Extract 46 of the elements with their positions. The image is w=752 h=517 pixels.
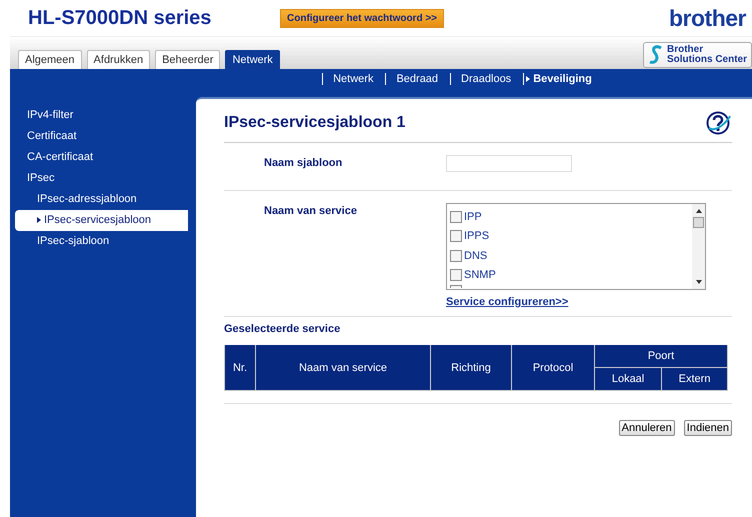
subnav-link[interactable]: Beveiliging: [533, 73, 592, 85]
form-button[interactable]: Annuleren: [618, 420, 675, 436]
page-title: HL-S7000DN series: [28, 6, 212, 30]
section-heading: Geselecteerde service: [224, 323, 342, 335]
input-field[interactable]: [446, 155, 572, 172]
scrollbar[interactable]: [692, 204, 705, 289]
column-header: Lokaal: [594, 368, 662, 390]
sidebar-item[interactable]: IPsec-servicesjabloon: [15, 210, 188, 231]
service-option[interactable]: SNMP: [450, 266, 692, 285]
configure-link[interactable]: Service configureren>>: [446, 296, 706, 308]
form-button[interactable]: Indienen: [684, 420, 732, 436]
tab[interactable]: Algemeen: [18, 50, 82, 69]
service-option[interactable]: IPPS: [450, 226, 692, 246]
checkbox[interactable]: [450, 250, 462, 262]
page-heading: IPsec-servicesjabloon 1: [224, 114, 406, 132]
column-header: Nr.: [224, 345, 256, 390]
checkbox[interactable]: [450, 210, 462, 223]
sidebar-item[interactable]: IPsec: [10, 168, 188, 189]
tab[interactable]: Afdrukken: [86, 50, 150, 69]
column-header: Richting: [430, 345, 512, 390]
tab[interactable]: Netwerk: [225, 50, 280, 69]
subnav-link[interactable]: Bedraad: [396, 73, 438, 85]
sidebar-item[interactable]: IPv4-filter: [10, 105, 188, 126]
s-curve-icon: [648, 44, 664, 64]
column-header: Poort: [594, 345, 728, 368]
subnav-link[interactable]: Netwerk: [333, 73, 374, 85]
field-label: Naam sjabloon: [263, 157, 344, 171]
logo: brother: [669, 4, 746, 32]
triangle-icon: [526, 76, 530, 82]
field-label: Naam van service: [263, 205, 358, 219]
sidebar-item[interactable]: Certificaat: [10, 126, 188, 147]
service-option[interactable]: IPP: [450, 207, 692, 226]
subnav-link[interactable]: Draadloos: [461, 73, 512, 85]
column-header: Protocol: [512, 345, 594, 390]
sidebar-item[interactable]: CA-certificaat: [10, 147, 188, 168]
checkbox[interactable]: [450, 230, 462, 242]
help-icon[interactable]: [706, 111, 732, 135]
column-header: Extern: [662, 368, 728, 390]
solutions-center-button[interactable]: Brother Solutions Center: [642, 42, 752, 68]
tab[interactable]: Beheerder: [155, 50, 220, 69]
checkbox[interactable]: [450, 269, 462, 282]
password-button[interactable]: Configureer het wachtwoord >>: [280, 8, 444, 28]
column-header: Naam van service: [256, 345, 430, 390]
sidebar-item[interactable]: IPsec-sjabloon: [10, 231, 188, 252]
sidebar-item[interactable]: IPsec-adressjabloon: [10, 189, 188, 210]
service-option[interactable]: DNS: [450, 246, 692, 266]
